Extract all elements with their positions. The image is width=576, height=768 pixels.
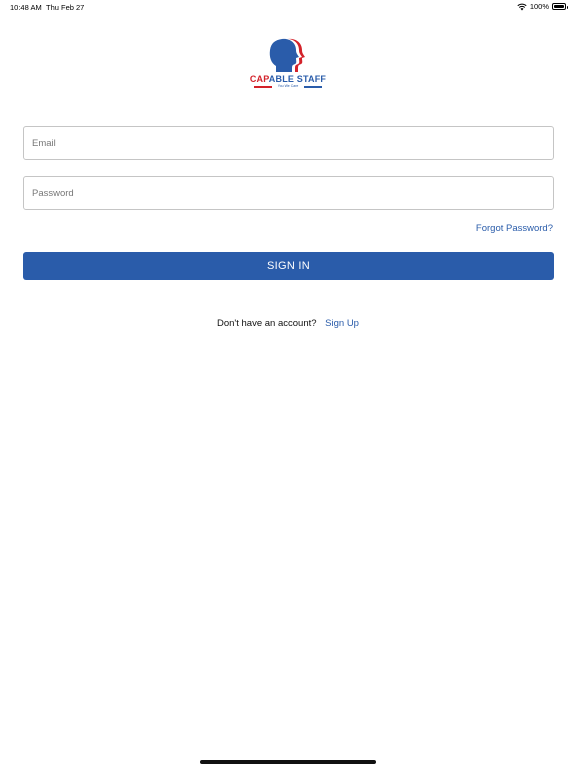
password-field[interactable] bbox=[23, 176, 554, 210]
email-field[interactable] bbox=[23, 126, 554, 160]
head-profile-icon bbox=[269, 38, 305, 72]
sign-up-link[interactable]: Sign Up bbox=[325, 318, 359, 329]
forgot-password-link[interactable]: Forgot Password? bbox=[476, 223, 553, 234]
signup-prompt: Don't have an account? bbox=[217, 318, 317, 329]
sign-in-button[interactable]: SIGN IN bbox=[23, 252, 554, 280]
logo-wordmark: CAPABLE STAFF bbox=[249, 74, 327, 84]
login-screen: 10:48 AM Thu Feb 27 100% CAPABLE STAFF Y… bbox=[0, 0, 576, 768]
status-bar: 10:48 AM Thu Feb 27 100% bbox=[0, 0, 576, 14]
home-indicator[interactable] bbox=[200, 760, 376, 764]
status-date: Thu Feb 27 bbox=[46, 3, 85, 12]
capable-staff-logo: CAPABLE STAFF You We Care bbox=[248, 37, 328, 91]
wifi-icon bbox=[517, 3, 527, 10]
battery-percent: 100% bbox=[529, 2, 549, 11]
status-time: 10:48 AM bbox=[10, 3, 42, 12]
status-indicators: 100% bbox=[517, 2, 568, 11]
signup-row: Don't have an account? Sign Up bbox=[0, 318, 576, 329]
logo-tagline: You We Care bbox=[248, 84, 328, 90]
battery-icon bbox=[552, 3, 568, 10]
